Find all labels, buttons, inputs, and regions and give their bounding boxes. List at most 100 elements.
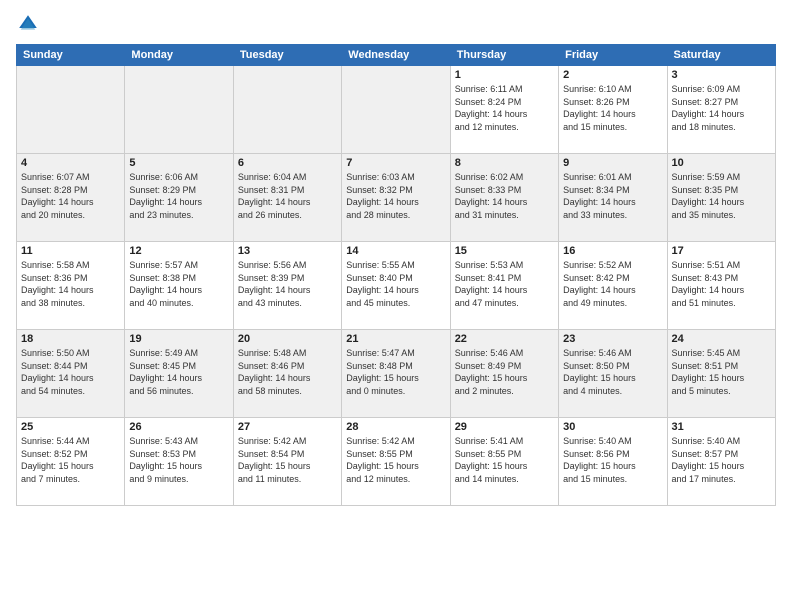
calendar-cell: 3 Sunrise: 6:09 AM Sunset: 8:27 PM Daylig… bbox=[667, 66, 775, 154]
day-number: 4 bbox=[21, 157, 120, 169]
day-info: Sunrise: 5:56 AM Sunset: 8:39 PM Dayligh… bbox=[238, 259, 337, 309]
day-number: 12 bbox=[129, 245, 228, 257]
day-number: 2 bbox=[563, 69, 662, 81]
calendar-cell: 1 Sunrise: 6:11 AM Sunset: 8:24 PM Daylig… bbox=[450, 66, 558, 154]
calendar-week-row: 18Sunrise: 5:50 AM Sunset: 8:44 PM Dayli… bbox=[17, 330, 776, 418]
day-info: Sunrise: 5:47 AM Sunset: 8:48 PM Dayligh… bbox=[346, 347, 445, 397]
day-number: 8 bbox=[455, 157, 554, 169]
day-info: Sunrise: 6:06 AM Sunset: 8:29 PM Dayligh… bbox=[129, 171, 228, 221]
calendar-cell: 16Sunrise: 5:52 AM Sunset: 8:42 PM Dayli… bbox=[559, 242, 667, 330]
day-number: 9 bbox=[563, 157, 662, 169]
day-info: Sunrise: 6:02 AM Sunset: 8:33 PM Dayligh… bbox=[455, 171, 554, 221]
day-number: 13 bbox=[238, 245, 337, 257]
calendar-cell: 25 Sunrise: 5:44 AM Sunset: 8:52 PM Dayli… bbox=[17, 418, 125, 506]
day-info: Sunrise: 5:43 AM Sunset: 8:53 PM Dayligh… bbox=[129, 435, 228, 485]
calendar-cell: 20Sunrise: 5:48 AM Sunset: 8:46 PM Dayli… bbox=[233, 330, 341, 418]
calendar-cell: 11Sunrise: 5:58 AM Sunset: 8:36 PM Dayli… bbox=[17, 242, 125, 330]
calendar-cell: 31Sunrise: 5:40 AM Sunset: 8:57 PM Dayli… bbox=[667, 418, 775, 506]
day-number: 3 bbox=[672, 69, 771, 81]
day-info: Sunrise: 5:51 AM Sunset: 8:43 PM Dayligh… bbox=[672, 259, 771, 309]
calendar-cell: 19Sunrise: 5:49 AM Sunset: 8:45 PM Dayli… bbox=[125, 330, 233, 418]
day-number: 5 bbox=[129, 157, 228, 169]
calendar-cell: 23 Sunrise: 5:46 AM Sunset: 8:50 PM Dayli… bbox=[559, 330, 667, 418]
day-info: Sunrise: 5:52 AM Sunset: 8:42 PM Dayligh… bbox=[563, 259, 662, 309]
calendar-cell: 14 Sunrise: 5:55 AM Sunset: 8:40 PM Dayli… bbox=[342, 242, 450, 330]
day-info: Sunrise: 5:58 AM Sunset: 8:36 PM Dayligh… bbox=[21, 259, 120, 309]
day-info: Sunrise: 5:42 AM Sunset: 8:54 PM Dayligh… bbox=[238, 435, 337, 485]
weekday-header: Saturday bbox=[667, 45, 775, 66]
day-info: Sunrise: 6:11 AM Sunset: 8:24 PM Dayligh… bbox=[455, 83, 554, 133]
day-info: Sunrise: 6:09 AM Sunset: 8:27 PM Dayligh… bbox=[672, 83, 771, 133]
day-number: 21 bbox=[346, 333, 445, 345]
calendar-cell: 18Sunrise: 5:50 AM Sunset: 8:44 PM Dayli… bbox=[17, 330, 125, 418]
day-info: Sunrise: 5:45 AM Sunset: 8:51 PM Dayligh… bbox=[672, 347, 771, 397]
day-info: Sunrise: 5:40 AM Sunset: 8:56 PM Dayligh… bbox=[563, 435, 662, 485]
day-info: Sunrise: 5:53 AM Sunset: 8:41 PM Dayligh… bbox=[455, 259, 554, 309]
day-number: 25 bbox=[21, 421, 120, 433]
calendar-cell: 9Sunrise: 6:01 AM Sunset: 8:34 PM Daylig… bbox=[559, 154, 667, 242]
day-number: 17 bbox=[672, 245, 771, 257]
weekday-header: Monday bbox=[125, 45, 233, 66]
calendar-week-row: 4 Sunrise: 6:07 AM Sunset: 8:28 PM Daylig… bbox=[17, 154, 776, 242]
day-number: 14 bbox=[346, 245, 445, 257]
day-info: Sunrise: 5:55 AM Sunset: 8:40 PM Dayligh… bbox=[346, 259, 445, 309]
weekday-header: Thursday bbox=[450, 45, 558, 66]
calendar-cell bbox=[125, 66, 233, 154]
day-number: 30 bbox=[563, 421, 662, 433]
day-info: Sunrise: 5:50 AM Sunset: 8:44 PM Dayligh… bbox=[21, 347, 120, 397]
day-number: 1 bbox=[455, 69, 554, 81]
calendar-cell: 28 Sunrise: 5:42 AM Sunset: 8:55 PM Dayli… bbox=[342, 418, 450, 506]
day-number: 29 bbox=[455, 421, 554, 433]
calendar-cell bbox=[342, 66, 450, 154]
calendar-week-row: 11Sunrise: 5:58 AM Sunset: 8:36 PM Dayli… bbox=[17, 242, 776, 330]
day-number: 28 bbox=[346, 421, 445, 433]
calendar-cell: 27 Sunrise: 5:42 AM Sunset: 8:54 PM Dayli… bbox=[233, 418, 341, 506]
calendar-cell: 30 Sunrise: 5:40 AM Sunset: 8:56 PM Dayli… bbox=[559, 418, 667, 506]
day-number: 7 bbox=[346, 157, 445, 169]
day-info: Sunrise: 6:10 AM Sunset: 8:26 PM Dayligh… bbox=[563, 83, 662, 133]
day-number: 15 bbox=[455, 245, 554, 257]
day-info: Sunrise: 6:03 AM Sunset: 8:32 PM Dayligh… bbox=[346, 171, 445, 221]
calendar-cell: 17 Sunrise: 5:51 AM Sunset: 8:43 PM Dayli… bbox=[667, 242, 775, 330]
weekday-header: Wednesday bbox=[342, 45, 450, 66]
day-number: 24 bbox=[672, 333, 771, 345]
calendar: SundayMondayTuesdayWednesdayThursdayFrid… bbox=[16, 44, 776, 506]
calendar-cell: 6 Sunrise: 6:04 AM Sunset: 8:31 PM Daylig… bbox=[233, 154, 341, 242]
day-info: Sunrise: 5:57 AM Sunset: 8:38 PM Dayligh… bbox=[129, 259, 228, 309]
day-number: 31 bbox=[672, 421, 771, 433]
calendar-week-row: 25 Sunrise: 5:44 AM Sunset: 8:52 PM Dayli… bbox=[17, 418, 776, 506]
calendar-cell: 15 Sunrise: 5:53 AM Sunset: 8:41 PM Dayli… bbox=[450, 242, 558, 330]
day-info: Sunrise: 5:48 AM Sunset: 8:46 PM Dayligh… bbox=[238, 347, 337, 397]
calendar-cell bbox=[233, 66, 341, 154]
weekday-header: Sunday bbox=[17, 45, 125, 66]
day-number: 6 bbox=[238, 157, 337, 169]
calendar-cell: 12 Sunrise: 5:57 AM Sunset: 8:38 PM Dayli… bbox=[125, 242, 233, 330]
day-number: 26 bbox=[129, 421, 228, 433]
day-info: Sunrise: 5:49 AM Sunset: 8:45 PM Dayligh… bbox=[129, 347, 228, 397]
page: SundayMondayTuesdayWednesdayThursdayFrid… bbox=[0, 0, 792, 612]
day-info: Sunrise: 6:07 AM Sunset: 8:28 PM Dayligh… bbox=[21, 171, 120, 221]
day-number: 10 bbox=[672, 157, 771, 169]
calendar-cell: 13 Sunrise: 5:56 AM Sunset: 8:39 PM Dayli… bbox=[233, 242, 341, 330]
calendar-cell: 5 Sunrise: 6:06 AM Sunset: 8:29 PM Daylig… bbox=[125, 154, 233, 242]
calendar-cell: 26 Sunrise: 5:43 AM Sunset: 8:53 PM Dayli… bbox=[125, 418, 233, 506]
calendar-cell: 10Sunrise: 5:59 AM Sunset: 8:35 PM Dayli… bbox=[667, 154, 775, 242]
calendar-cell: 21 Sunrise: 5:47 AM Sunset: 8:48 PM Dayli… bbox=[342, 330, 450, 418]
day-info: Sunrise: 5:44 AM Sunset: 8:52 PM Dayligh… bbox=[21, 435, 120, 485]
day-info: Sunrise: 5:42 AM Sunset: 8:55 PM Dayligh… bbox=[346, 435, 445, 485]
day-info: Sunrise: 5:46 AM Sunset: 8:50 PM Dayligh… bbox=[563, 347, 662, 397]
day-info: Sunrise: 5:46 AM Sunset: 8:49 PM Dayligh… bbox=[455, 347, 554, 397]
day-number: 27 bbox=[238, 421, 337, 433]
calendar-cell: 2 Sunrise: 6:10 AM Sunset: 8:26 PM Daylig… bbox=[559, 66, 667, 154]
calendar-cell bbox=[17, 66, 125, 154]
day-info: Sunrise: 6:04 AM Sunset: 8:31 PM Dayligh… bbox=[238, 171, 337, 221]
calendar-cell: 8 Sunrise: 6:02 AM Sunset: 8:33 PM Daylig… bbox=[450, 154, 558, 242]
day-number: 23 bbox=[563, 333, 662, 345]
calendar-cell: 22Sunrise: 5:46 AM Sunset: 8:49 PM Dayli… bbox=[450, 330, 558, 418]
calendar-cell: 7 Sunrise: 6:03 AM Sunset: 8:32 PM Daylig… bbox=[342, 154, 450, 242]
logo-icon bbox=[16, 12, 40, 36]
calendar-cell: 29Sunrise: 5:41 AM Sunset: 8:55 PM Dayli… bbox=[450, 418, 558, 506]
weekday-header: Friday bbox=[559, 45, 667, 66]
calendar-header-row: SundayMondayTuesdayWednesdayThursdayFrid… bbox=[17, 45, 776, 66]
header bbox=[16, 12, 776, 36]
